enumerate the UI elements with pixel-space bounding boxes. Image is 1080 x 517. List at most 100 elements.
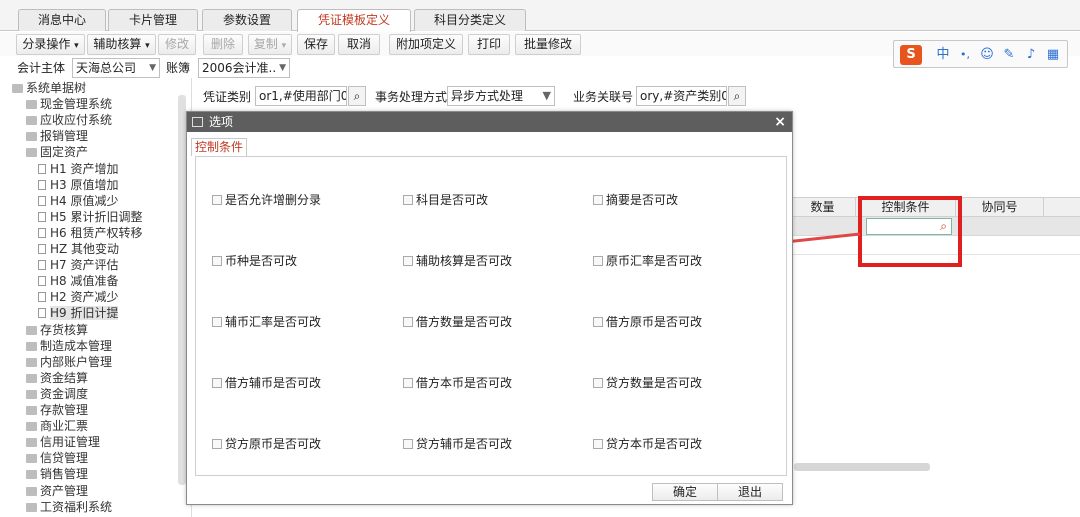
option-checkbox[interactable]: 辅币汇率是否可改 (212, 315, 321, 329)
option-checkbox[interactable]: 贷方辅币是否可改 (403, 437, 512, 451)
chevron-down-icon: ▼ (149, 63, 156, 73)
column-header-quantity[interactable]: 数量 (790, 198, 856, 216)
microphone-icon[interactable]: ♪ (1022, 45, 1040, 65)
grid-horizontal-scrollbar[interactable] (794, 463, 930, 471)
tree-node-label: 信用证管理 (40, 435, 101, 450)
aux-calc-button[interactable]: 辅助核算 ▾ (87, 34, 156, 55)
checkbox-icon[interactable] (403, 378, 413, 388)
pen-icon[interactable]: ✎ (1000, 45, 1018, 65)
chinese-mode-icon[interactable]: 中 (934, 45, 952, 65)
tab-voucher-template[interactable]: 凭证模板定义 (297, 9, 411, 32)
tree-folder[interactable]: 信用证管理 (26, 434, 100, 450)
book-select[interactable]: 2006会计准.. ▼ (198, 58, 290, 78)
biz-link-field[interactable]: ory,#资产类别0#) (636, 86, 727, 106)
tree-folder[interactable]: 存款管理 (26, 402, 88, 418)
modify-button[interactable]: 修改 (158, 34, 196, 55)
tab-parameter-settings[interactable]: 参数设置 (202, 9, 292, 31)
option-checkbox[interactable]: 借方数量是否可改 (403, 315, 512, 329)
option-checkbox[interactable]: 贷方原币是否可改 (212, 437, 321, 451)
tab-control-conditions[interactable]: 控制条件 (191, 138, 248, 156)
tree-folder[interactable]: 销售管理 (26, 466, 88, 482)
checkbox-icon[interactable] (593, 439, 603, 449)
checkbox-icon[interactable] (403, 439, 413, 449)
cancel-button[interactable]: 取消 (338, 34, 380, 55)
option-checkbox[interactable]: 摘要是否可改 (593, 193, 678, 207)
tree-folder[interactable]: 存货核算 (26, 322, 88, 338)
punctuation-icon[interactable]: •, (956, 45, 974, 65)
print-button[interactable]: 打印 (468, 34, 510, 55)
tree-folder[interactable]: 应收应付系统 (26, 112, 112, 128)
copy-button[interactable]: 复制 ▾ (248, 34, 292, 55)
tree-folder[interactable]: 资金结算 (26, 370, 88, 386)
checkbox-icon[interactable] (212, 378, 222, 388)
tree-leaf[interactable]: H5 累计折旧调整 (38, 209, 142, 225)
tree-folder[interactable]: 资产管理 (26, 483, 88, 499)
batch-modify-button[interactable]: 批量修改 (515, 34, 581, 55)
sogou-logo-icon[interactable]: S (900, 45, 922, 65)
checkbox-icon[interactable] (593, 195, 603, 205)
option-checkbox[interactable]: 借方原币是否可改 (593, 315, 702, 329)
tree-folder[interactable]: 现金管理系统 (26, 96, 112, 112)
option-checkbox[interactable]: 借方辅币是否可改 (212, 376, 321, 390)
option-checkbox[interactable]: 贷方数量是否可改 (593, 376, 702, 390)
tree-root[interactable]: 系统单据树 (12, 80, 86, 96)
tree-folder[interactable]: 信贷管理 (26, 450, 88, 466)
option-checkbox[interactable]: 贷方本币是否可改 (593, 437, 702, 451)
checkbox-icon[interactable] (212, 317, 222, 327)
tree-leaf[interactable]: H8 减值准备 (38, 273, 118, 289)
tree-node-label: 制造成本管理 (40, 338, 113, 353)
checkbox-icon[interactable] (403, 195, 413, 205)
tree-leaf[interactable]: H9 折旧计提 (38, 305, 119, 321)
checkbox-icon[interactable] (212, 256, 222, 266)
tree-folder[interactable]: 固定资产 (26, 144, 88, 160)
checkbox-icon[interactable] (403, 256, 413, 266)
tree-folder[interactable]: 报销管理 (26, 128, 88, 144)
tree-leaf[interactable]: H6 租赁产权转移 (38, 225, 142, 241)
emoji-icon[interactable]: ☺ (978, 45, 996, 65)
option-checkbox[interactable]: 科目是否可改 (403, 193, 488, 207)
tree-leaf[interactable]: H4 原值减少 (38, 193, 118, 209)
tab-card-management[interactable]: 卡片管理 (108, 9, 198, 31)
tree-folder[interactable]: 内部账户管理 (26, 354, 112, 370)
tree-leaf[interactable]: HZ 其他变动 (38, 241, 119, 257)
entity-select[interactable]: 天海总公司 ▼ (72, 58, 160, 78)
tree-node-label: 资产管理 (40, 483, 89, 498)
voucher-type-field[interactable]: or1,#使用部门0#) (255, 86, 347, 106)
entry-ops-button[interactable]: 分录操作 ▾ (16, 34, 85, 55)
voucher-type-search-icon[interactable]: ⌕ (348, 86, 366, 106)
tree-leaf[interactable]: H2 资产减少 (38, 289, 118, 305)
option-checkbox[interactable]: 借方本币是否可改 (403, 376, 512, 390)
checkbox-icon[interactable] (593, 378, 603, 388)
save-button[interactable]: 保存 (297, 34, 335, 55)
tree-scrollbar[interactable] (178, 95, 186, 485)
tab-message-center[interactable]: 消息中心 (18, 9, 106, 31)
checkbox-icon[interactable] (212, 195, 222, 205)
add-item-definition-button[interactable]: 附加项定义 (389, 34, 463, 55)
ok-button[interactable]: 确定 (652, 483, 718, 501)
grid-menu-icon[interactable]: ▦ (1044, 45, 1062, 65)
column-header-coop-number[interactable]: 协同号 (956, 198, 1044, 216)
tree-folder[interactable]: 制造成本管理 (26, 338, 112, 354)
checkbox-icon[interactable] (593, 256, 603, 266)
option-checkbox[interactable]: 原币汇率是否可改 (593, 254, 702, 268)
tree-leaf[interactable]: H3 原值增加 (38, 177, 118, 193)
tree-folder[interactable]: 工资福利系统 (26, 499, 112, 515)
checkbox-icon[interactable] (212, 439, 222, 449)
exit-button[interactable]: 退出 (717, 483, 783, 501)
tree-folder[interactable]: 资金调度 (26, 386, 88, 402)
tree-leaf[interactable]: H7 资产评估 (38, 257, 118, 273)
folder-icon (26, 132, 37, 142)
tree-leaf[interactable]: H1 资产增加 (38, 161, 118, 177)
biz-link-search-icon[interactable]: ⌕ (728, 86, 746, 106)
process-mode-select[interactable]: 异步方式处理 ▼ (447, 86, 555, 106)
checkbox-icon[interactable] (593, 317, 603, 327)
delete-button[interactable]: 删除 (203, 34, 243, 55)
option-checkbox[interactable]: 辅助核算是否可改 (403, 254, 512, 268)
checkbox-icon[interactable] (403, 317, 413, 327)
print-label: 打印 (476, 37, 501, 51)
option-checkbox[interactable]: 是否允许增删分录 (212, 193, 321, 207)
tab-account-classification[interactable]: 科目分类定义 (414, 9, 526, 31)
close-icon[interactable]: × (774, 112, 786, 132)
tree-folder[interactable]: 商业汇票 (26, 418, 88, 434)
option-checkbox[interactable]: 币种是否可改 (212, 254, 297, 268)
